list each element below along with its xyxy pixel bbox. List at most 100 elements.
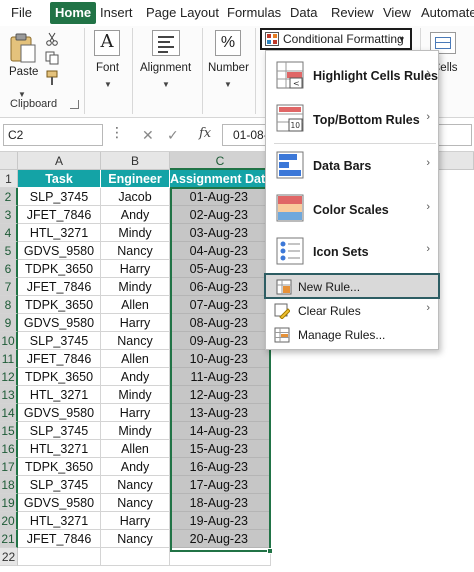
row-header[interactable]: 8 bbox=[0, 296, 18, 314]
row-header[interactable]: 5 bbox=[0, 242, 18, 260]
engineer-cell[interactable]: Mindy bbox=[101, 422, 170, 440]
date-cell[interactable]: 07-Aug-23 bbox=[170, 296, 271, 314]
tab-data[interactable]: Data bbox=[290, 0, 317, 26]
menu-item-highlight-cells-rules[interactable]: < Highlight Cells Rules › bbox=[266, 55, 438, 97]
date-cell[interactable]: 03-Aug-23 bbox=[170, 224, 271, 242]
paste-button[interactable]: Paste bbox=[6, 30, 40, 84]
task-cell[interactable]: HTL_3271 bbox=[18, 224, 101, 242]
empty-cell[interactable] bbox=[18, 548, 101, 566]
menu-item-clear-rules[interactable]: Clear Rules › bbox=[266, 299, 438, 323]
row-header[interactable]: 11 bbox=[0, 350, 18, 368]
row-header[interactable]: 12 bbox=[0, 368, 18, 386]
cancel-icon[interactable]: ✕ bbox=[142, 127, 154, 144]
date-cell[interactable]: 19-Aug-23 bbox=[170, 512, 271, 530]
tab-home[interactable]: Home bbox=[50, 2, 97, 24]
row-header[interactable]: 19 bbox=[0, 494, 18, 512]
row-header[interactable]: 15 bbox=[0, 422, 18, 440]
tab-view[interactable]: View bbox=[383, 0, 411, 26]
engineer-cell[interactable]: Mindy bbox=[101, 224, 170, 242]
row-header[interactable]: 10 bbox=[0, 332, 18, 350]
tab-insert[interactable]: Insert bbox=[100, 0, 133, 26]
engineer-cell[interactable]: Mindy bbox=[101, 386, 170, 404]
date-cell[interactable]: 15-Aug-23 bbox=[170, 440, 271, 458]
task-cell[interactable]: SLP_3745 bbox=[18, 332, 101, 350]
engineer-cell[interactable]: Andy bbox=[101, 368, 170, 386]
engineer-cell[interactable]: Andy bbox=[101, 458, 170, 476]
row-header[interactable]: 6 bbox=[0, 260, 18, 278]
engineer-cell[interactable]: Allen bbox=[101, 440, 170, 458]
menu-item-icon-sets[interactable]: Icon Sets › bbox=[266, 231, 438, 273]
tab-formulas[interactable]: Formulas bbox=[227, 0, 281, 26]
alignment-group-button[interactable]: Alignment ▼ bbox=[138, 28, 196, 92]
date-cell[interactable]: 14-Aug-23 bbox=[170, 422, 271, 440]
date-cell[interactable]: 17-Aug-23 bbox=[170, 476, 271, 494]
task-cell[interactable]: JFET_7846 bbox=[18, 278, 101, 296]
menu-item-data-bars[interactable]: Data Bars › bbox=[266, 145, 438, 187]
table-header-cell[interactable]: Assignment Date bbox=[170, 170, 271, 188]
menu-item-color-scales[interactable]: Color Scales › bbox=[266, 187, 438, 231]
row-header[interactable]: 21 bbox=[0, 530, 18, 548]
date-cell[interactable]: 04-Aug-23 bbox=[170, 242, 271, 260]
menu-item-manage-rules[interactable]: Manage Rules... bbox=[266, 323, 438, 347]
row-header[interactable]: 20 bbox=[0, 512, 18, 530]
task-cell[interactable]: GDVS_9580 bbox=[18, 494, 101, 512]
row-header[interactable]: 7 bbox=[0, 278, 18, 296]
tab-file[interactable]: File bbox=[11, 0, 32, 26]
date-cell[interactable]: 06-Aug-23 bbox=[170, 278, 271, 296]
menu-item-new-rule[interactable]: New Rule... bbox=[264, 273, 440, 299]
empty-cell[interactable] bbox=[101, 548, 170, 566]
row-header[interactable]: 2 bbox=[0, 188, 18, 206]
clipboard-launcher-icon[interactable] bbox=[70, 100, 79, 109]
engineer-cell[interactable]: Jacob bbox=[101, 188, 170, 206]
number-group-button[interactable]: % Number ▼ bbox=[206, 28, 252, 92]
enter-icon[interactable]: ✓ bbox=[167, 127, 179, 144]
task-cell[interactable]: HTL_3271 bbox=[18, 386, 101, 404]
row-header[interactable]: 13 bbox=[0, 386, 18, 404]
column-header-c[interactable]: C bbox=[170, 152, 271, 170]
copy-icon[interactable] bbox=[45, 51, 59, 65]
task-cell[interactable]: TDPK_3650 bbox=[18, 368, 101, 386]
tab-automate[interactable]: Automate bbox=[421, 0, 474, 26]
more-options-icon[interactable]: ⋮ bbox=[110, 124, 125, 141]
task-cell[interactable]: GDVS_9580 bbox=[18, 314, 101, 332]
date-cell[interactable]: 05-Aug-23 bbox=[170, 260, 271, 278]
task-cell[interactable]: HTL_3271 bbox=[18, 440, 101, 458]
task-cell[interactable]: JFET_7846 bbox=[18, 530, 101, 548]
fill-handle[interactable] bbox=[267, 548, 273, 554]
task-cell[interactable]: GDVS_9580 bbox=[18, 242, 101, 260]
name-box[interactable]: C2 bbox=[3, 124, 103, 146]
engineer-cell[interactable]: Harry bbox=[101, 512, 170, 530]
task-cell[interactable]: HTL_3271 bbox=[18, 512, 101, 530]
engineer-cell[interactable]: Nancy bbox=[101, 332, 170, 350]
row-header[interactable]: 9 bbox=[0, 314, 18, 332]
date-cell[interactable]: 11-Aug-23 bbox=[170, 368, 271, 386]
row-header[interactable]: 17 bbox=[0, 458, 18, 476]
column-header-b[interactable]: B bbox=[101, 152, 170, 170]
date-cell[interactable]: 02-Aug-23 bbox=[170, 206, 271, 224]
engineer-cell[interactable]: Nancy bbox=[101, 242, 170, 260]
date-cell[interactable]: 20-Aug-23 bbox=[170, 530, 271, 548]
row-header[interactable]: 1 bbox=[0, 170, 18, 188]
task-cell[interactable]: TDPK_3650 bbox=[18, 260, 101, 278]
task-cell[interactable]: JFET_7846 bbox=[18, 206, 101, 224]
row-header[interactable]: 18 bbox=[0, 476, 18, 494]
row-header[interactable]: 22 bbox=[0, 548, 18, 566]
column-header-a[interactable]: A bbox=[18, 152, 101, 170]
row-header[interactable]: 14 bbox=[0, 404, 18, 422]
empty-cell[interactable] bbox=[170, 548, 271, 566]
insert-function-button[interactable]: fx bbox=[199, 126, 211, 141]
task-cell[interactable]: JFET_7846 bbox=[18, 350, 101, 368]
conditional-formatting-button[interactable]: Conditional Formatting ▾ bbox=[260, 28, 412, 50]
date-cell[interactable]: 10-Aug-23 bbox=[170, 350, 271, 368]
task-cell[interactable]: SLP_3745 bbox=[18, 188, 101, 206]
date-cell[interactable]: 18-Aug-23 bbox=[170, 494, 271, 512]
row-header[interactable]: 4 bbox=[0, 224, 18, 242]
engineer-cell[interactable]: Harry bbox=[101, 260, 170, 278]
row-header[interactable]: 3 bbox=[0, 206, 18, 224]
date-cell[interactable]: 01-Aug-23 bbox=[170, 188, 271, 206]
menu-item-top-bottom-rules[interactable]: 10 Top/Bottom Rules › bbox=[266, 97, 438, 141]
engineer-cell[interactable]: Harry bbox=[101, 314, 170, 332]
engineer-cell[interactable]: Nancy bbox=[101, 476, 170, 494]
task-cell[interactable]: GDVS_9580 bbox=[18, 404, 101, 422]
format-painter-icon[interactable] bbox=[45, 70, 59, 86]
